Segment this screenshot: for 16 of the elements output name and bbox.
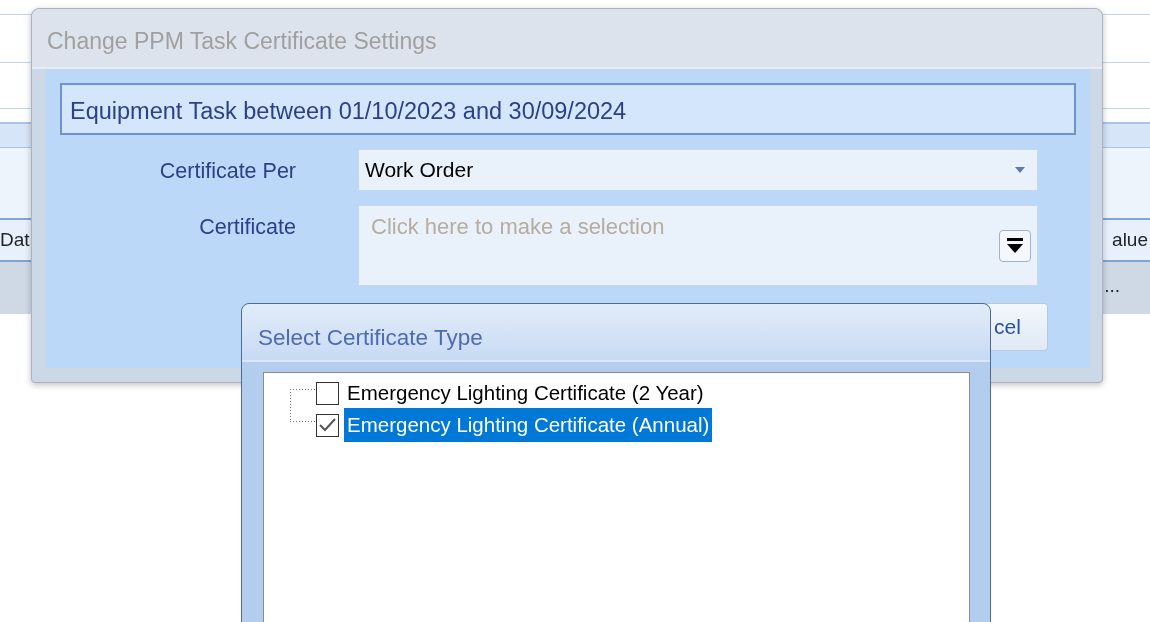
column-header[interactable]: alue	[1112, 225, 1150, 255]
window-title: Select Certificate Type	[242, 304, 990, 362]
dropdown-arrow-icon[interactable]	[1015, 167, 1025, 173]
field-label: Certificate	[198, 214, 296, 241]
field-label: Certificate Per	[158, 158, 296, 185]
expand-button[interactable]	[999, 230, 1031, 262]
tree-connector	[290, 389, 316, 423]
table-cell-text: ...	[1104, 274, 1121, 298]
expand-icon	[1006, 238, 1024, 254]
window-title: Change PPM Task Certificate Settings	[32, 9, 1102, 69]
checkbox[interactable]	[316, 381, 339, 405]
tree-item[interactable]: Emergency Lighting Certificate (Annual)	[344, 407, 713, 443]
info-banner: Equipment Task between 01/10/2023 and 30/09/2024	[60, 83, 1076, 135]
checkbox[interactable]	[316, 413, 339, 437]
dropdown-field[interactable]: Work Order	[358, 149, 1038, 191]
column-header[interactable]: Dat	[0, 225, 30, 255]
